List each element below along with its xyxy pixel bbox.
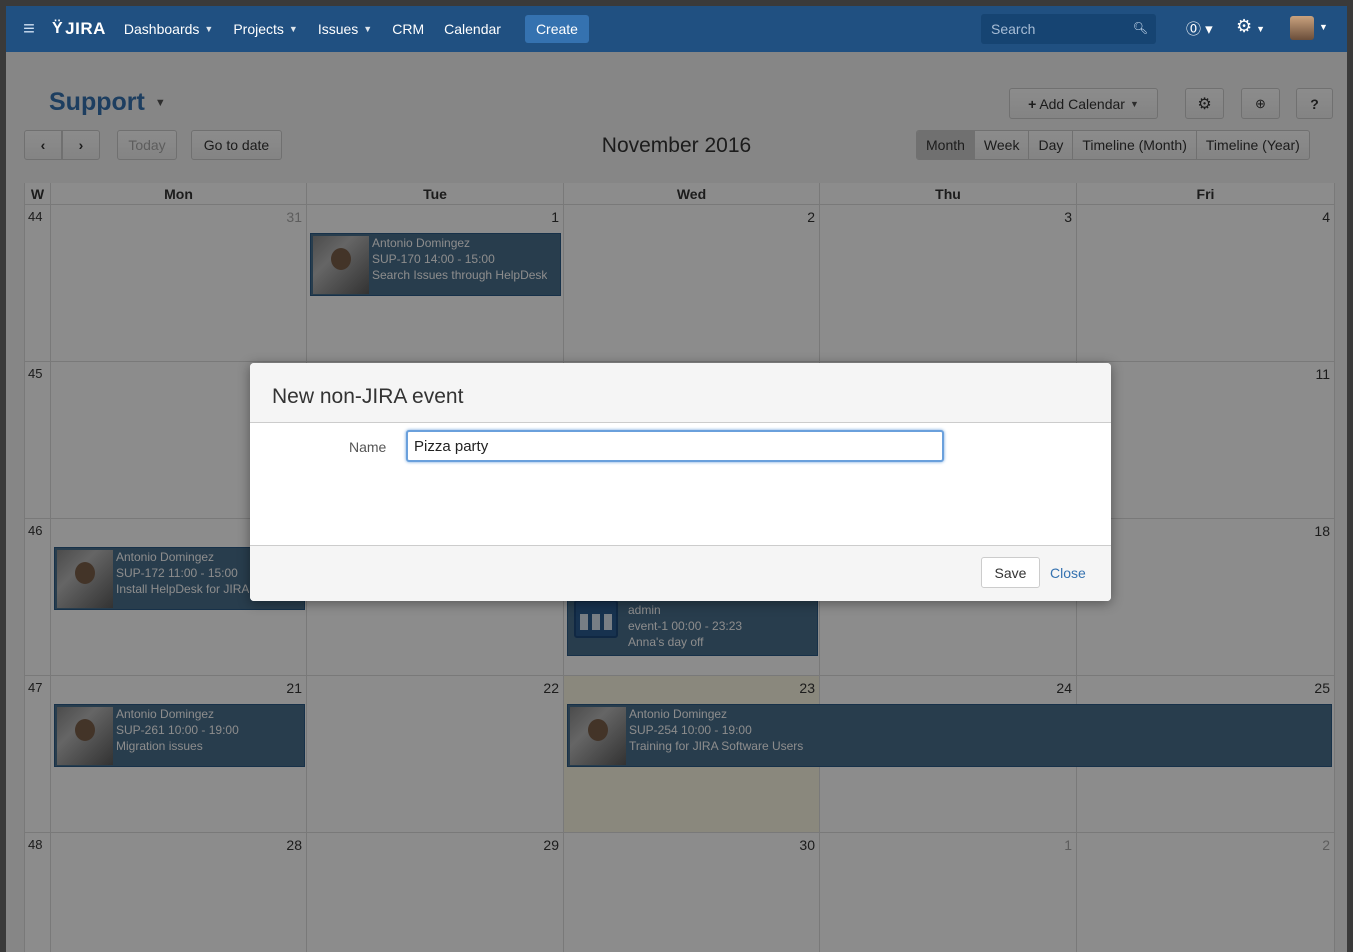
search-input[interactable]: Search 🔍︎ (981, 14, 1156, 44)
app-frame: ≡ Ÿ JIRA Dashboards ▼ Projects ▼ Issues ▼ CR… (6, 6, 1347, 952)
nav-issues[interactable]: Issues ▼ (318, 21, 372, 37)
new-event-dialog: New non-JIRA event Name Save Close (250, 363, 1111, 601)
name-label: Name (349, 439, 387, 455)
nav-calendar[interactable]: Calendar (444, 21, 501, 37)
dialog-footer: Save Close (250, 545, 1111, 601)
chevron-down-icon: ▼ (204, 24, 214, 34)
help-icon[interactable]: ⓪ ▾ (1186, 18, 1213, 39)
dialog-title: New non-JIRA event (250, 363, 1111, 423)
hamburger-icon[interactable]: ≡ (6, 6, 52, 52)
top-navigation: ≡ Ÿ JIRA Dashboards ▼ Projects ▼ Issues ▼ CR… (6, 6, 1347, 52)
create-button[interactable]: Create (524, 15, 589, 43)
chevron-down-icon[interactable]: ▼ (1319, 22, 1328, 32)
user-avatar[interactable] (1290, 16, 1314, 40)
nav-crm[interactable]: CRM (392, 21, 424, 37)
save-button[interactable]: Save (981, 557, 1040, 588)
nav-projects[interactable]: Projects ▼ (233, 21, 298, 37)
event-name-input[interactable] (406, 430, 944, 462)
chevron-down-icon: ▼ (1256, 24, 1266, 34)
chevron-down-icon: ▼ (363, 24, 373, 34)
chevron-down-icon: ▼ (288, 24, 298, 34)
search-icon: 🔍︎ (1132, 21, 1148, 35)
nav-dashboards[interactable]: Dashboards ▼ (124, 21, 213, 37)
settings-gear-icon[interactable]: ⚙ ▼ (1236, 16, 1265, 37)
jira-logo-icon: Ÿ (52, 20, 64, 37)
jira-logo[interactable]: Ÿ JIRA (52, 19, 106, 39)
dialog-body: Name (250, 423, 1111, 545)
close-link[interactable]: Close (1050, 565, 1086, 581)
